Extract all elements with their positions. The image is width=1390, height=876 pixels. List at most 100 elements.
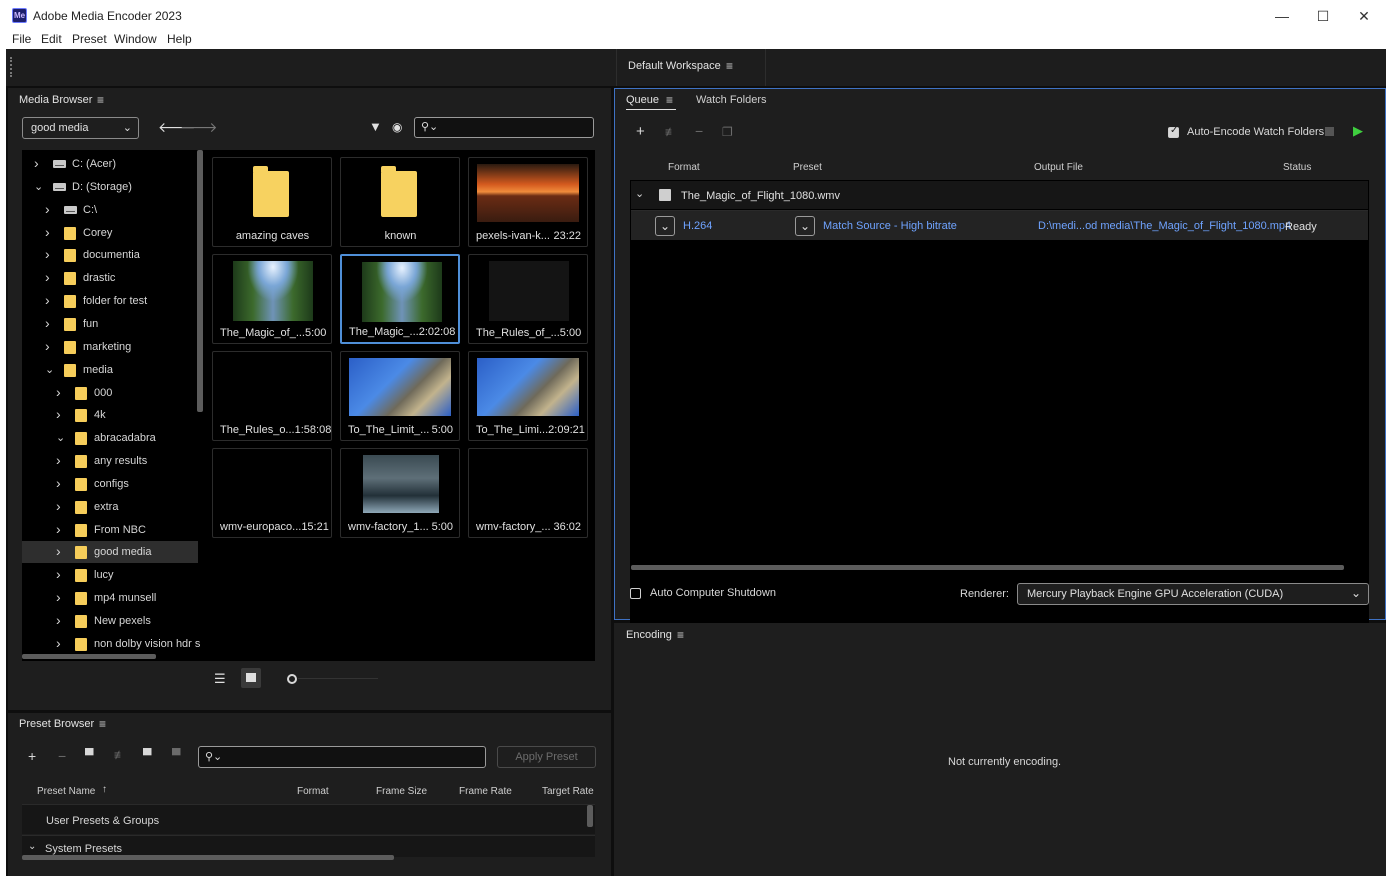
chevron-right-icon[interactable]: › [56,586,61,608]
remove-preset-icon[interactable]: − [58,748,66,764]
menu-preset[interactable]: Preset [72,32,107,46]
format-dropdown-button[interactable]: ⌄ [655,216,675,236]
menu-help[interactable]: Help [167,32,192,46]
export-preset-icon[interactable]: ▀ [172,748,181,762]
zoom-slider-handle[interactable] [287,674,297,684]
tree-item[interactable]: › fun [22,313,198,335]
eye-icon[interactable]: ◉ [392,120,402,134]
chevron-right-icon[interactable]: › [56,403,61,425]
media-thumbnail[interactable]: To_The_Limit_... 5:00 [340,351,460,441]
duplicate-icon[interactable]: ❐ [722,125,733,139]
output-file-link[interactable]: D:\medi...od media\The_Magic_of_Flight_1… [1038,220,1291,232]
auto-shutdown-checkbox[interactable] [630,588,641,599]
preset-settings-icon[interactable]: ≢ [665,125,677,139]
tree-item[interactable]: › New pexels [22,610,198,632]
chevron-right-icon[interactable]: › [56,472,61,494]
preset-browser-menu-icon[interactable]: ≡ [99,717,106,731]
menu-file[interactable]: File [12,32,31,46]
chevron-right-icon[interactable]: › [34,152,39,174]
format-link[interactable]: H.264 [683,220,712,232]
tree-item[interactable]: ⌄ abracadabra [22,427,198,449]
tree-item[interactable]: ⌄ D: (Storage) [22,176,198,198]
tree-item[interactable]: › lucy [22,564,198,586]
add-preset-icon[interactable]: + [28,748,36,764]
media-thumbnail[interactable]: wmv-factory_... 36:02 [468,448,588,538]
add-source-icon[interactable]: + [636,123,645,140]
list-view-icon[interactable]: ☰ [214,671,226,687]
media-thumbnail[interactable]: To_The_Limi... 2:09:21 [468,351,588,441]
minimize-button[interactable]: — [1262,5,1302,27]
preset-horizontal-scrollbar[interactable] [22,855,394,860]
zoom-slider-track[interactable] [298,678,378,679]
chevron-right-icon[interactable]: › [56,540,61,562]
media-thumbnail[interactable]: pexels-ivan-k... 23:22 [468,157,588,247]
media-thumbnail[interactable]: The_Rules_of_... 5:00 [468,254,588,344]
renderer-dropdown[interactable]: Mercury Playback Engine GPU Acceleration… [1017,583,1369,605]
tree-item[interactable]: › configs [22,473,198,495]
tree-item[interactable]: › C: (Acer) [22,153,198,175]
new-group-icon[interactable]: ▀ [85,748,94,762]
auto-encode-checkbox[interactable] [1168,125,1179,138]
folder-thumbnail[interactable]: known [340,157,460,247]
col-preset-name[interactable]: Preset Name [37,786,95,797]
tree-item[interactable]: › any results [22,450,198,472]
chevron-right-icon[interactable]: › [45,312,50,334]
filter-icon[interactable]: ▼ [369,119,382,134]
queue-output-row[interactable]: ⌄ H.264 ⌄ Match Source - High bitrate D:… [631,210,1368,240]
start-queue-play-icon[interactable]: ▶ [1353,123,1363,139]
tree-item[interactable]: › 000 [22,382,198,404]
col-frame-rate[interactable]: Frame Rate [459,786,512,797]
chevron-right-icon[interactable]: › [45,221,50,243]
media-thumbnail[interactable]: The_Magic_of_... 5:00 [212,254,332,344]
chevron-right-icon[interactable]: › [45,243,50,265]
chevron-right-icon[interactable]: › [56,609,61,631]
folder-thumbnail[interactable]: amazing caves [212,157,332,247]
preset-vertical-scrollbar[interactable] [587,805,593,827]
tree-item[interactable]: › extra [22,496,198,518]
workspace-tab[interactable]: Default Workspace ≡ [616,49,766,86]
preset-settings-icon[interactable]: ≢ [114,748,126,762]
col-format[interactable]: Format [297,786,329,797]
queue-horizontal-scrollbar[interactable] [631,565,1344,570]
tree-item[interactable]: ⌄ media [22,359,198,381]
tree-item[interactable]: › mp4 munsell [22,587,198,609]
queue-menu-icon[interactable]: ≡ [666,93,673,107]
forward-arrow-icon[interactable]: 🡒 [180,119,218,136]
menu-edit[interactable]: Edit [41,32,62,46]
chevron-right-icon[interactable]: › [56,563,61,585]
import-preset-icon[interactable]: ▀ [143,748,152,762]
queue-source-row[interactable]: ⌄ The_Magic_of_Flight_1080.wmv [631,181,1368,209]
chevron-down-icon[interactable]: ⌄ [34,176,43,198]
chevron-right-icon[interactable]: › [56,518,61,540]
preset-row-system[interactable]: ⌄ System Presets [22,835,595,857]
close-button[interactable]: ✕ [1344,5,1384,27]
tab-queue[interactable]: Queue [626,94,659,106]
chevron-down-icon[interactable]: ⌄ [45,359,54,381]
tree-item[interactable]: › marketing [22,336,198,358]
tree-item[interactable]: › good media [22,540,198,564]
sort-arrow-up-icon[interactable]: ↑ [102,784,107,795]
chevron-right-icon[interactable]: › [45,198,50,220]
tree-horizontal-scrollbar[interactable] [22,654,156,659]
chevron-right-icon[interactable]: › [45,335,50,357]
media-browser-menu-icon[interactable]: ≡ [97,93,104,107]
tree-item[interactable]: › folder for test [22,290,198,312]
tab-watch-folders[interactable]: Watch Folders [696,94,767,106]
preset-dropdown-button[interactable]: ⌄ [795,216,815,236]
icon-view-button[interactable] [241,668,261,688]
chevron-right-icon[interactable]: › [45,289,50,311]
media-thumbnail[interactable]: wmv-europaco... 15:21 [212,448,332,538]
col-status[interactable]: Status [1283,162,1311,173]
media-thumbnail[interactable]: wmv-factory_1... 5:00 [340,448,460,538]
chevron-down-icon[interactable]: ⌄ [635,187,644,200]
chevron-right-icon[interactable]: › [56,632,61,654]
chevron-right-icon[interactable]: › [56,449,61,471]
media-search-input[interactable]: ⚲⌄ [414,117,594,138]
tree-item[interactable]: › From NBC [22,519,198,541]
media-thumbnail[interactable]: The_Rules_o... 1:58:08 [212,351,332,441]
col-frame-size[interactable]: Frame Size [376,786,427,797]
workspace-menu-icon[interactable]: ≡ [726,59,733,73]
col-format[interactable]: Format [668,162,700,173]
chevron-right-icon[interactable]: › [45,266,50,288]
maximize-button[interactable]: ☐ [1303,5,1343,27]
